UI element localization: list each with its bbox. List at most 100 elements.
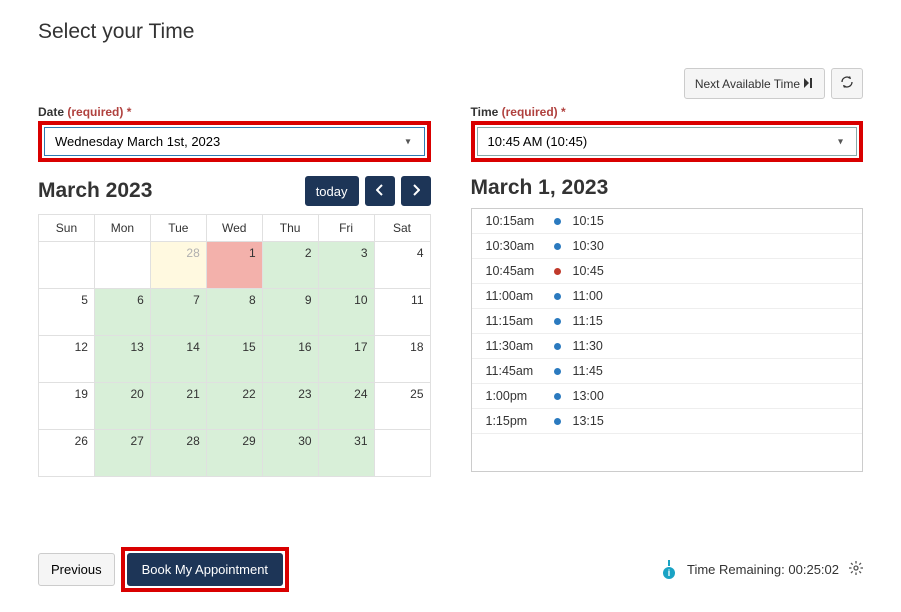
today-button[interactable]: today: [305, 176, 359, 206]
calendar-day[interactable]: 11: [374, 289, 430, 336]
date-required-text: (required): [67, 105, 123, 119]
time-slot[interactable]: 11:15am11:15: [472, 309, 863, 334]
slot-time-12h: 10:15am: [486, 214, 542, 228]
calendar-day[interactable]: 18: [374, 336, 430, 383]
slot-time-12h: 1:00pm: [486, 389, 542, 403]
calendar-day[interactable]: 23: [262, 383, 318, 430]
time-slot[interactable]: 11:30am 11:30: [472, 334, 863, 359]
time-select[interactable]: 10:45 AM (10:45): [477, 127, 858, 156]
calendar-day[interactable]: 27: [94, 430, 150, 477]
slot-dot-icon: [554, 418, 561, 425]
next-available-button[interactable]: Next Available Time: [684, 68, 825, 99]
info-icon: i: [661, 562, 677, 578]
refresh-icon: [840, 75, 854, 92]
time-remaining: Time Remaining: 00:25:02: [687, 562, 839, 577]
slot-time-24h: 13:00: [573, 389, 604, 403]
slot-time-24h: 11:00: [573, 289, 603, 303]
calendar-day[interactable]: 31: [318, 430, 374, 477]
next-month-button[interactable]: [401, 176, 431, 206]
calendar-day[interactable]: 29: [206, 430, 262, 477]
slot-time-12h: 10:30am: [486, 239, 542, 253]
chevron-left-icon: [376, 184, 384, 199]
time-label: Time (required) *: [471, 105, 864, 119]
slot-time-12h: 11:45am: [486, 364, 542, 378]
calendar-dow: Thu: [262, 215, 318, 242]
date-label: Date (required) *: [38, 105, 431, 119]
slot-time-24h: 11:15: [573, 314, 603, 328]
time-slot[interactable]: 10:30am10:30: [472, 234, 863, 259]
prev-month-button[interactable]: [365, 176, 395, 206]
calendar-grid: SunMonTueWedThuFriSat 281234567891011121…: [38, 214, 431, 477]
calendar-day[interactable]: 9: [262, 289, 318, 336]
slot-time-24h: 11:30: [573, 339, 603, 353]
calendar-day[interactable]: 12: [39, 336, 95, 383]
calendar-day[interactable]: 8: [206, 289, 262, 336]
calendar-day[interactable]: 24: [318, 383, 374, 430]
time-slot[interactable]: 1:00pm 13:00: [472, 384, 863, 409]
calendar-day[interactable]: 28: [150, 430, 206, 477]
calendar-day[interactable]: 10: [318, 289, 374, 336]
selected-day-title: March 1, 2023: [471, 176, 864, 200]
calendar-day[interactable]: 13: [94, 336, 150, 383]
date-label-text: Date: [38, 105, 64, 119]
time-slot[interactable]: 10:15am 10:15: [472, 209, 863, 234]
next-available-label: Next Available Time: [695, 77, 800, 91]
slot-dot-icon: [554, 268, 561, 275]
calendar-day[interactable]: 6: [94, 289, 150, 336]
calendar-day[interactable]: 4: [374, 242, 430, 289]
time-remaining-value: 00:25:02: [788, 562, 839, 577]
skip-forward-icon: [804, 77, 814, 91]
calendar-day: [94, 242, 150, 289]
time-column: Time (required) * 10:45 AM (10:45) ▾ Mar…: [471, 105, 864, 477]
calendar-day: [374, 430, 430, 477]
book-highlight-frame: Book My Appointment: [121, 547, 289, 592]
time-remaining-label: Time Remaining:: [687, 562, 785, 577]
slot-time-24h: 10:45: [573, 264, 604, 278]
svg-text:i: i: [668, 568, 671, 578]
calendar-dow: Wed: [206, 215, 262, 242]
calendar-day[interactable]: 30: [262, 430, 318, 477]
calendar-day[interactable]: 15: [206, 336, 262, 383]
calendar-day[interactable]: 26: [39, 430, 95, 477]
date-select[interactable]: Wednesday March 1st, 2023: [44, 127, 425, 156]
slot-time-12h: 11:00am: [486, 289, 542, 303]
calendar-day[interactable]: 22: [206, 383, 262, 430]
calendar-day[interactable]: 1: [206, 242, 262, 289]
time-slot[interactable]: 1:15pm13:15: [472, 409, 863, 434]
time-slots-panel[interactable]: 10:15am 10:15 10:30am10:30 10:45am 10:45 11:0…: [471, 208, 864, 472]
calendar-day[interactable]: 21: [150, 383, 206, 430]
date-column: Date (required) * Wednesday March 1st, 2…: [38, 105, 431, 477]
calendar-day[interactable]: 16: [262, 336, 318, 383]
slot-dot-icon: [554, 218, 561, 225]
calendar-day[interactable]: 20: [94, 383, 150, 430]
gear-icon[interactable]: [849, 561, 863, 578]
calendar-day[interactable]: 2: [262, 242, 318, 289]
time-slot[interactable]: 11:45am 11:45: [472, 359, 863, 384]
time-slot[interactable]: 10:45am 10:45: [472, 259, 863, 284]
slot-time-12h: 1:15pm: [486, 414, 542, 428]
refresh-button[interactable]: [831, 68, 863, 99]
calendar-dow: Tue: [150, 215, 206, 242]
previous-button[interactable]: Previous: [38, 553, 115, 586]
calendar-day[interactable]: 7: [150, 289, 206, 336]
slot-time-12h: 11:30am: [486, 339, 542, 353]
calendar-day[interactable]: 25: [374, 383, 430, 430]
calendar-day[interactable]: 28: [150, 242, 206, 289]
chevron-right-icon: [412, 184, 420, 199]
calendar-dow: Sat: [374, 215, 430, 242]
slot-dot-icon: [554, 368, 561, 375]
book-appointment-button[interactable]: Book My Appointment: [127, 553, 283, 586]
calendar-day[interactable]: 14: [150, 336, 206, 383]
time-slot[interactable]: 11:00am 11:00: [472, 284, 863, 309]
slot-time-12h: 10:45am: [486, 264, 542, 278]
calendar-day[interactable]: 17: [318, 336, 374, 383]
calendar-day[interactable]: 3: [318, 242, 374, 289]
date-highlight-frame: Wednesday March 1st, 2023 ▾: [38, 121, 431, 162]
calendar-day[interactable]: 19: [39, 383, 95, 430]
calendar-month-title: March 2023: [38, 179, 152, 203]
slot-time-24h: 10:15: [573, 214, 604, 228]
time-label-text: Time: [471, 105, 499, 119]
slot-time-24h: 11:45: [573, 364, 603, 378]
calendar-day[interactable]: 5: [39, 289, 95, 336]
calendar-dow: Mon: [94, 215, 150, 242]
